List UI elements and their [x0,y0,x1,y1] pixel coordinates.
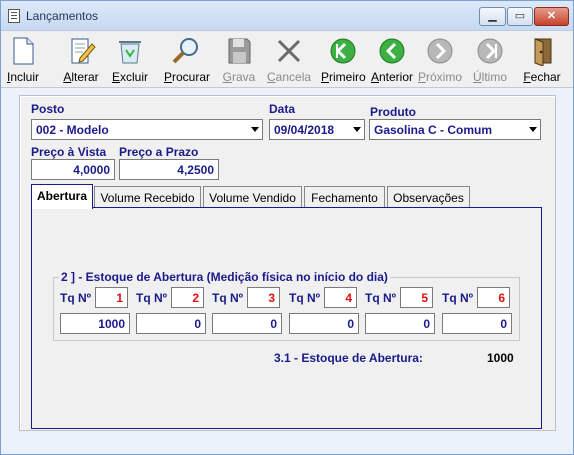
tank-number-3[interactable]: 3 [247,287,280,308]
tank-label: Tq Nº [212,291,244,305]
ultimo-label: Último [472,70,507,84]
procurar-label: Procurar [164,70,211,84]
first-arrow-icon [330,38,356,64]
app-icon [8,9,20,23]
data-select[interactable]: 09/04/2018 [269,119,365,140]
cancela-label: Cancela [267,70,312,84]
data-value: 09/04/2018 [274,123,335,137]
exit-door-icon [534,38,552,66]
incluir-label: Incluir [6,70,40,84]
estoque-abertura-title: 2 ] - Estoque de Abertura (Medição físic… [59,270,390,284]
estoque-total-label: 3.1 - Estoque de Abertura: [274,351,423,365]
minimize-button[interactable]: ▁ [479,7,506,26]
fechar-button[interactable]: Fechar [522,33,562,85]
close-button[interactable]: ✕ [534,7,569,26]
last-arrow-icon [477,38,503,64]
grava-label: Grava [222,70,256,84]
produto-select[interactable]: Gasolina C - Comum [369,119,541,140]
tank-label: Tq Nº [365,291,397,305]
tank-number-2[interactable]: 2 [171,287,204,308]
title-bar: Lançamentos ▁ ▭ ✕ [1,1,573,31]
toolbar: Incluir Alterar Excluir Procurar Grava C… [1,31,573,88]
main-window: Lançamentos ▁ ▭ ✕ Incluir Alterar Exclui… [0,0,574,455]
floppy-disk-icon [228,38,251,64]
tank-number-5[interactable]: 5 [400,287,433,308]
posto-value: 002 - Modelo [36,123,109,137]
tank-number-1[interactable]: 1 [95,287,128,308]
edit-document-icon [71,38,96,64]
anterior-button[interactable]: Anterior [370,33,414,85]
tank-label: Tq Nº [136,291,168,305]
tank-value-2[interactable]: 0 [136,313,206,334]
preco-vista-field[interactable]: 4,0000 [31,159,115,180]
tab-fechamento[interactable]: Fechamento [304,186,385,208]
new-document-icon [13,37,34,65]
procurar-button[interactable]: Procurar [164,33,211,85]
alterar-label: Alterar [63,70,99,84]
previous-arrow-icon [379,38,405,64]
tank-label: Tq Nº [442,291,474,305]
chevron-down-icon [251,127,259,132]
tab-observacoes[interactable]: Observações [387,186,470,208]
posto-select[interactable]: 002 - Modelo [31,119,263,140]
next-arrow-icon [427,38,453,64]
cancela-button[interactable]: Cancela [267,33,311,85]
fechar-label: Fechar [523,70,561,84]
tank-value-3[interactable]: 0 [212,313,282,334]
chevron-down-icon [353,127,361,132]
tank-value-4[interactable]: 0 [289,313,359,334]
primeiro-button[interactable]: Primeiro [321,33,366,85]
tank-label: Tq Nº [289,291,321,305]
alterar-button[interactable]: Alterar [59,33,103,85]
magnifier-icon [172,38,198,64]
chevron-down-icon [529,127,537,132]
incluir-button[interactable]: Incluir [5,33,41,85]
excluir-button[interactable]: Excluir [111,33,149,85]
excluir-label: Excluir [111,70,149,84]
data-label: Data [269,102,296,116]
posto-label: Posto [31,102,65,116]
preco-prazo-label: Preço a Prazo [119,145,199,159]
tank-number-4[interactable]: 4 [324,287,357,308]
tab-volume-vendido[interactable]: Volume Vendido [203,186,302,208]
grava-button[interactable]: Grava [221,33,257,85]
proximo-button[interactable]: Próximo [417,33,463,85]
recycle-bin-icon [119,41,141,64]
tank-value-6[interactable]: 0 [442,313,512,334]
proximo-label: Próximo [417,70,463,84]
maximize-button[interactable]: ▭ [507,7,533,26]
preco-prazo-field[interactable]: 4,2500 [119,159,219,180]
produto-label: Produto [370,105,416,119]
anterior-label: Anterior [370,70,414,84]
estoque-total-value: 1000 [487,351,514,365]
x-cancel-icon [277,39,301,63]
tank-number-6[interactable]: 6 [477,287,510,308]
preco-vista-label: Preço à Vista [31,145,107,159]
window-title: Lançamentos [26,9,99,23]
primeiro-label: Primeiro [321,70,366,84]
tank-label: Tq Nº [60,291,92,305]
tab-abertura[interactable]: Abertura [31,184,93,209]
tab-volume-recebido[interactable]: Volume Recebido [94,186,201,208]
tank-value-5[interactable]: 0 [365,313,435,334]
tank-value-1[interactable]: 1000 [60,313,130,334]
produto-value: Gasolina C - Comum [374,123,493,137]
ultimo-button[interactable]: Último [470,33,510,85]
